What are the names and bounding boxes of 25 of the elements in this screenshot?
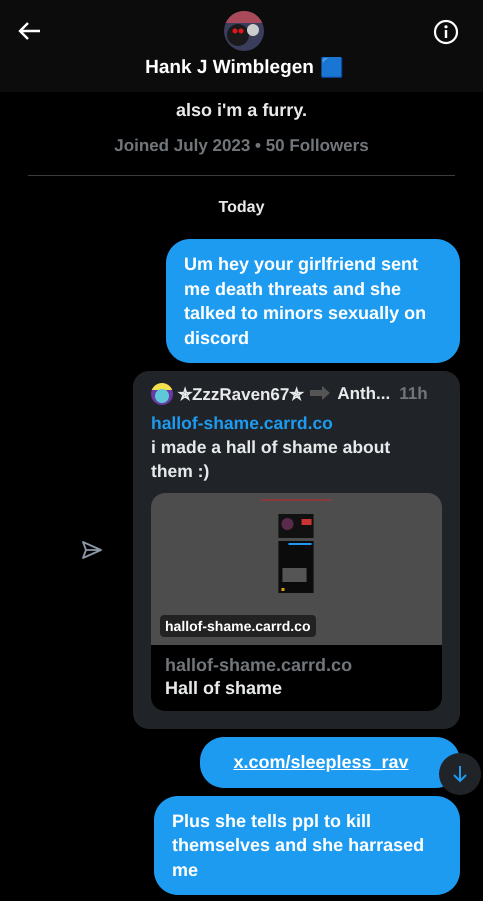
profile-bio: also i'm a furry. [175,100,308,121]
post-time: 11h [399,384,428,404]
author-name: Anth... [337,384,390,404]
share-icon[interactable] [81,540,103,560]
scroll-down-button[interactable] [439,753,481,795]
link-domain: hallof-shame.carrd.co [165,655,354,676]
profile-meta: Joined July 2023 • 50 Followers [113,136,370,156]
info-icon[interactable] [432,19,459,45]
contact-name: Hank J Wimblegen [145,57,314,79]
date-divider: Today [218,199,266,217]
message-bubble: Plus she tells ppl to kill themselves and she harrased me [154,796,460,895]
author-avatar [151,383,173,405]
shared-post-card[interactable]: ✯ZzzRaven67✯ Anth... 11h hallof-shame.carrd.co i made a hall of shame about them :) hallof-shame.carrd.co hallof-shame.carrd.co Hall of shame [133,371,460,729]
back-arrow-icon[interactable] [18,21,42,41]
arrow-icon [308,385,332,403]
domain-label: hallof-shame.carrd.co [160,615,316,637]
message-bubble: Um hey your girlfriend sent me death threats and she talked to minors sexually on discord [166,239,460,363]
down-arrow-icon [453,765,467,783]
link-preview-card[interactable]: hallof-shame.carrd.co hallof-shame.carrd.co Hall of shame [151,493,442,711]
badge-emoji: 🟦 [320,58,344,78]
link-title: Hall of shame [165,678,284,699]
avatar[interactable] [224,11,264,51]
post-text: i made a hall of shame about them :) [151,436,392,483]
author-name: ✯ZzzRaven67✯ [178,384,304,404]
post-link[interactable]: hallof-shame.carrd.co [151,411,411,435]
